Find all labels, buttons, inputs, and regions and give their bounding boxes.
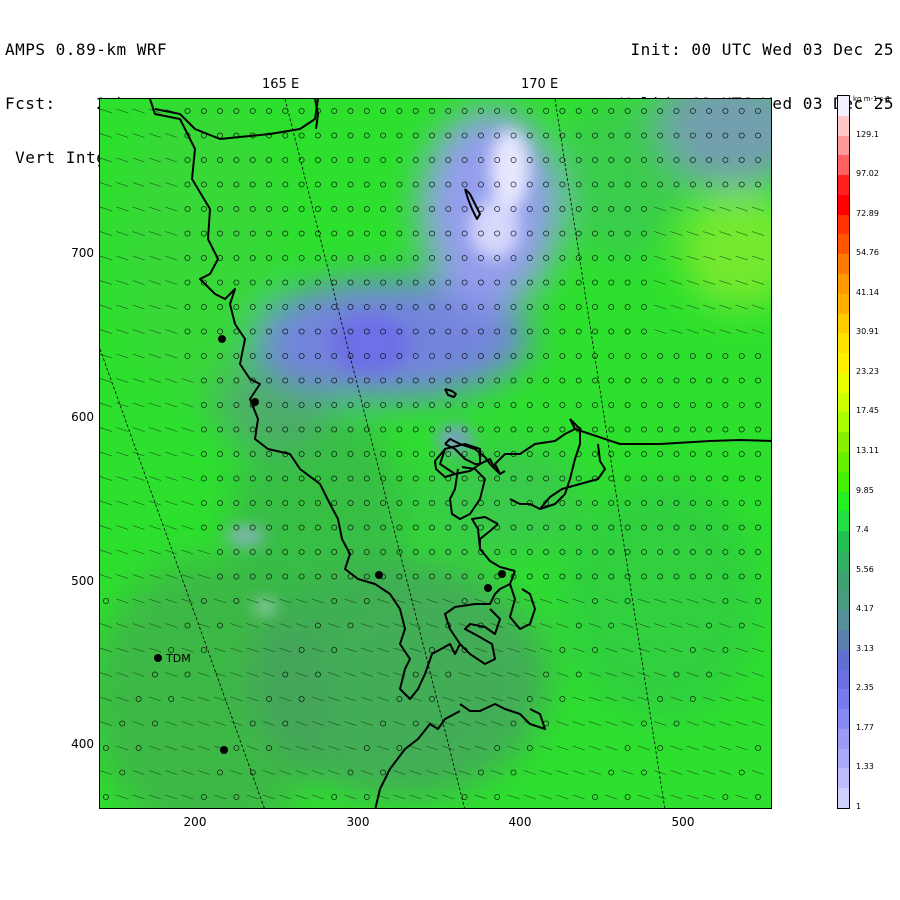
colorbar-label: 7.4 <box>856 525 869 535</box>
colorbar-segment <box>838 135 849 156</box>
colorbar-units: kg m-1 s-1 <box>853 95 891 103</box>
x-tick-300: 300 <box>346 815 370 829</box>
colorbar-segment <box>838 689 849 710</box>
colorbar-segment <box>838 392 849 413</box>
colorbar-segment <box>838 471 849 493</box>
colorbar-segment <box>838 550 849 572</box>
colorbar <box>837 95 850 809</box>
colorbar-segment <box>838 372 849 394</box>
colorbar-label: 4.17 <box>856 604 874 614</box>
colorbar-segment <box>838 293 849 315</box>
station-dot <box>220 746 228 754</box>
station-dot <box>251 398 259 406</box>
y-tick-600: 600 <box>71 410 94 424</box>
colorbar-segment <box>838 175 849 196</box>
map-canvas: TDM <box>100 99 771 808</box>
colorbar-label: 23.23 <box>856 366 879 376</box>
colorbar-label: 13.11 <box>856 446 879 455</box>
colorbar-segment <box>838 115 849 137</box>
colorbar-segment <box>838 630 849 651</box>
x-tick-200: 200 <box>183 815 207 829</box>
colorbar-segment <box>838 610 849 631</box>
x-tick-400: 400 <box>508 815 532 829</box>
colorbar-segment <box>838 313 849 334</box>
colorbar-segment <box>838 788 849 809</box>
colorbar-label: 54.76 <box>856 248 879 258</box>
colorbar-segment <box>838 412 849 433</box>
colorbar-label: 30.91 <box>856 327 879 337</box>
colorbar-segment <box>838 254 849 275</box>
colorbar-segment <box>838 194 849 216</box>
colorbar-label: 1.33 <box>856 762 874 772</box>
init-time: Init: 00 UTC Wed 03 Dec 25 <box>630 40 894 59</box>
longitude-label-165e: 165 E <box>262 77 300 92</box>
colorbar-segment <box>838 669 849 690</box>
colorbar-segment <box>838 234 849 255</box>
colorbar-segment <box>838 353 849 374</box>
colorbar-label: 97.02 <box>856 169 879 179</box>
map-panel: TDM <box>99 98 772 809</box>
colorbar-segment <box>838 452 849 473</box>
colorbar-segment <box>838 748 849 769</box>
colorbar-segment <box>838 491 849 512</box>
colorbar-label: 3.13 <box>856 643 874 653</box>
station-dot-tdm <box>154 654 162 662</box>
colorbar-segment <box>838 511 849 532</box>
colorbar-label: 9.85 <box>856 485 874 495</box>
colorbar-segment <box>838 570 849 591</box>
colorbar-label: 129.1 <box>856 129 879 139</box>
station-dot <box>218 335 226 343</box>
colorbar-label: 1 <box>856 802 862 811</box>
colorbar-segment <box>838 274 849 295</box>
longitude-label-170e: 170 E <box>521 77 559 92</box>
colorbar-segment <box>838 649 849 671</box>
colorbar-label: 5.56 <box>856 564 874 574</box>
colorbar-label: 17.45 <box>856 406 879 416</box>
station-label-tdm: TDM <box>165 652 191 665</box>
colorbar-label: 72.89 <box>856 208 879 218</box>
model-name: AMPS 0.89-km WRF <box>5 40 168 59</box>
colorbar-segment <box>838 531 849 552</box>
colorbar-label: 1.77 <box>856 722 874 732</box>
station-dot <box>484 584 492 592</box>
station-dot <box>498 570 506 578</box>
colorbar-segment <box>838 214 849 235</box>
y-tick-700: 700 <box>71 246 94 260</box>
y-tick-500: 500 <box>71 574 94 588</box>
colorbar-segment <box>838 432 849 453</box>
colorbar-segment <box>838 709 849 730</box>
x-tick-500: 500 <box>671 815 695 829</box>
colorbar-segment <box>838 96 849 117</box>
station-dot <box>375 571 383 579</box>
colorbar-segment <box>838 155 849 176</box>
colorbar-label: 41.14 <box>856 287 879 297</box>
y-tick-400: 400 <box>71 737 94 751</box>
colorbar-label: 2.35 <box>856 683 874 693</box>
colorbar-segment <box>838 333 849 354</box>
colorbar-segment <box>838 728 849 750</box>
colorbar-segment <box>838 590 849 611</box>
colorbar-segment <box>838 768 849 789</box>
